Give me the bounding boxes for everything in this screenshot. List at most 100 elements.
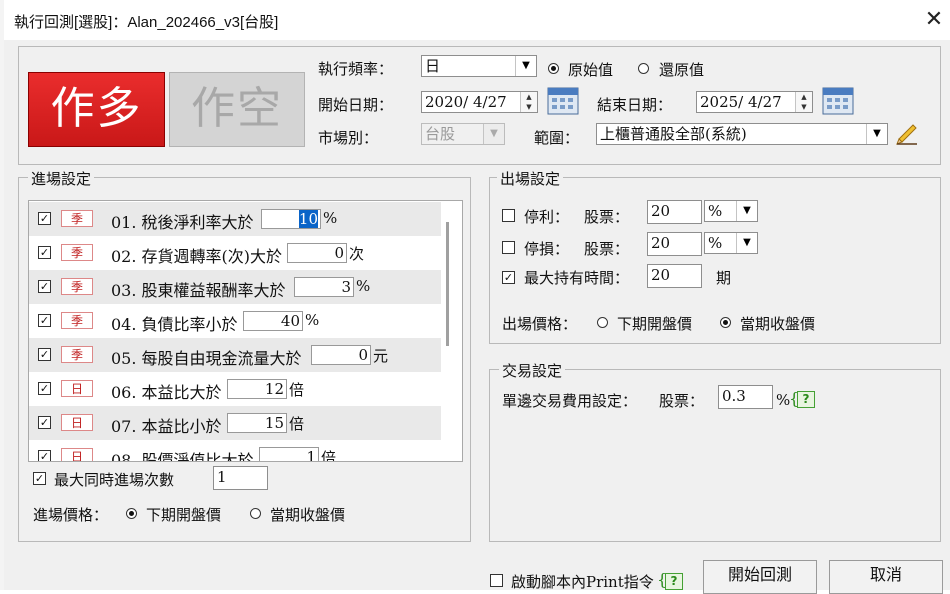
chevron-down-icon: ▼ xyxy=(515,56,536,76)
condition-checkbox[interactable]: ✓ xyxy=(38,416,51,429)
entry-next-open-label: 下期開盤價 xyxy=(146,506,222,524)
period-tag: 日 xyxy=(61,380,93,397)
end-date-input[interactable]: 2025/ 4/27 ▲ ▼ xyxy=(696,91,813,113)
fee-stock-label: 股票： xyxy=(659,392,705,410)
max-hold-label: 最大持有時間： xyxy=(524,269,630,287)
max-entries-checkbox[interactable]: ✓ xyxy=(33,472,46,485)
max-hold-input[interactable]: 20 xyxy=(647,264,702,288)
list-item[interactable]: ✓ 日 07. 本益比小於 15 倍 xyxy=(29,406,441,440)
list-item[interactable]: ✓ 季 02. 存貨週轉率(次)大於 0 次 xyxy=(29,236,441,270)
list-item[interactable]: ✓ 季 05. 每股自由現金流量大於 0 元 xyxy=(29,338,441,372)
exit-close-label: 當期收盤價 xyxy=(740,315,816,333)
condition-value-input[interactable]: 3 xyxy=(294,277,354,297)
start-date-input[interactable]: 2020/ 4/27 ▲ ▼ xyxy=(421,91,538,113)
market-label: 市場別： xyxy=(318,129,379,147)
condition-unit: % xyxy=(323,209,338,227)
stop-loss-input[interactable]: 20 xyxy=(647,232,702,256)
list-item[interactable]: ✓ 季 04. 負債比率小於 40 % xyxy=(29,304,441,338)
short-button[interactable]: 作空 xyxy=(169,72,305,147)
frequency-select[interactable]: 日 ▼ xyxy=(421,55,537,77)
exit-next-open-radio[interactable] xyxy=(597,317,608,328)
condition-value-input[interactable]: 1 xyxy=(259,447,319,461)
list-item[interactable]: ✓ 日 06. 本益比大於 12 倍 xyxy=(29,372,441,406)
stop-loss-checkbox[interactable] xyxy=(502,241,515,254)
stop-loss-label: 停損： xyxy=(524,240,570,258)
close-icon[interactable]: ✕ xyxy=(922,6,946,34)
entry-settings-legend: 進場設定 xyxy=(28,168,95,189)
trade-settings-legend: 交易設定 xyxy=(499,360,566,381)
condition-checkbox[interactable]: ✓ xyxy=(38,450,51,461)
edit-pencil-icon[interactable] xyxy=(894,120,920,146)
list-item[interactable]: ✓ 季 01. 稅後淨利率大於 10 % xyxy=(29,202,441,236)
condition-label: 08. 股價淨值比大於 xyxy=(111,451,254,462)
entry-condition-list[interactable]: ✓ 季 01. 稅後淨利率大於 10 % ✓ 季 02. 存貨週轉率(次)大於 … xyxy=(28,200,463,462)
scope-label: 範圍： xyxy=(534,129,580,147)
end-calendar-icon[interactable] xyxy=(822,85,854,115)
scope-value: 上櫃普通股全部(系統) xyxy=(600,125,747,143)
market-select[interactable]: 台股 ▼ xyxy=(421,123,505,145)
condition-unit: 倍 xyxy=(289,381,305,399)
chevron-down-icon: ▼ xyxy=(736,201,757,221)
print-command-checkbox[interactable] xyxy=(490,574,503,587)
take-profit-unit: % xyxy=(708,202,723,220)
exit-close-radio[interactable] xyxy=(720,317,731,328)
original-value-radio[interactable] xyxy=(548,63,559,74)
stop-loss-unit-select[interactable]: % ▼ xyxy=(704,232,758,254)
condition-value-input[interactable]: 12 xyxy=(227,379,287,399)
help-icon[interactable]: ? xyxy=(665,573,683,590)
condition-label: 01. 稅後淨利率大於 xyxy=(111,213,254,232)
condition-value-input[interactable]: 15 xyxy=(227,413,287,433)
fee-input[interactable]: 0.3 xyxy=(718,385,773,409)
list-scrollbar[interactable] xyxy=(446,222,449,346)
condition-unit: 倍 xyxy=(289,415,305,433)
list-item[interactable]: ✓ 季 03. 股東權益報酬率大於 3 % xyxy=(29,270,441,304)
take-profit-checkbox[interactable] xyxy=(502,209,515,222)
fee-label: 單邊交易費用設定： xyxy=(502,392,638,410)
condition-checkbox[interactable]: ✓ xyxy=(38,348,51,361)
entry-close-radio[interactable] xyxy=(250,508,261,519)
date-spinner-icon[interactable]: ▲ ▼ xyxy=(795,92,812,112)
stop-loss-unit: % xyxy=(708,234,723,252)
chevron-down-icon: ▼ xyxy=(736,233,757,253)
condition-checkbox[interactable]: ✓ xyxy=(38,280,51,293)
start-calendar-icon[interactable] xyxy=(547,85,579,115)
list-item[interactable]: ✓ 日 08. 股價淨值比大於 1 倍 xyxy=(29,440,441,462)
scope-select[interactable]: 上櫃普通股全部(系統) ▼ xyxy=(596,123,888,145)
long-button[interactable]: 作多 xyxy=(28,72,165,147)
max-entries-input[interactable]: 1 xyxy=(213,466,268,490)
chevron-down-icon: ▼ xyxy=(483,124,504,144)
period-tag: 日 xyxy=(61,448,93,461)
entry-next-open-radio[interactable] xyxy=(126,508,137,519)
max-hold-checkbox[interactable]: ✓ xyxy=(502,271,515,284)
start-backtest-button[interactable]: 開始回測 xyxy=(703,560,817,594)
condition-value-input[interactable]: 40 xyxy=(243,311,303,331)
condition-value-input[interactable]: 10 xyxy=(261,209,321,229)
print-command-label: 啟動腳本內Print指令 xyxy=(511,573,654,591)
start-date-value: 2020/ 4/27 xyxy=(425,93,507,111)
take-profit-input[interactable]: 20 xyxy=(647,200,702,224)
condition-checkbox[interactable]: ✓ xyxy=(38,212,51,225)
condition-checkbox[interactable]: ✓ xyxy=(38,246,51,259)
stop-loss-stock-label: 股票： xyxy=(584,240,630,258)
cancel-button[interactable]: 取消 xyxy=(829,560,943,594)
period-tag: 季 xyxy=(61,312,93,329)
end-date-label: 結束日期： xyxy=(597,96,673,114)
help-icon[interactable]: ? xyxy=(797,391,815,408)
condition-value-input[interactable]: 0 xyxy=(311,345,371,365)
condition-value-input[interactable]: 0 xyxy=(287,243,347,263)
start-date-label: 開始日期： xyxy=(318,96,394,114)
date-spinner-icon[interactable]: ▲ ▼ xyxy=(520,92,537,112)
period-tag: 季 xyxy=(61,346,93,363)
restore-value-radio[interactable] xyxy=(638,63,649,74)
entry-close-label: 當期收盤價 xyxy=(270,506,346,524)
condition-value: 10 xyxy=(298,210,318,228)
take-profit-unit-select[interactable]: % ▼ xyxy=(704,200,758,222)
exit-settings-legend: 出場設定 xyxy=(497,168,564,189)
condition-label: 02. 存貨週轉率(次)大於 xyxy=(111,247,283,266)
exit-next-open-label: 下期開盤價 xyxy=(617,315,693,333)
period-tag: 季 xyxy=(61,278,93,295)
max-hold-period: 期 xyxy=(716,269,732,287)
condition-unit: % xyxy=(356,277,371,295)
condition-checkbox[interactable]: ✓ xyxy=(38,314,51,327)
condition-checkbox[interactable]: ✓ xyxy=(38,382,51,395)
